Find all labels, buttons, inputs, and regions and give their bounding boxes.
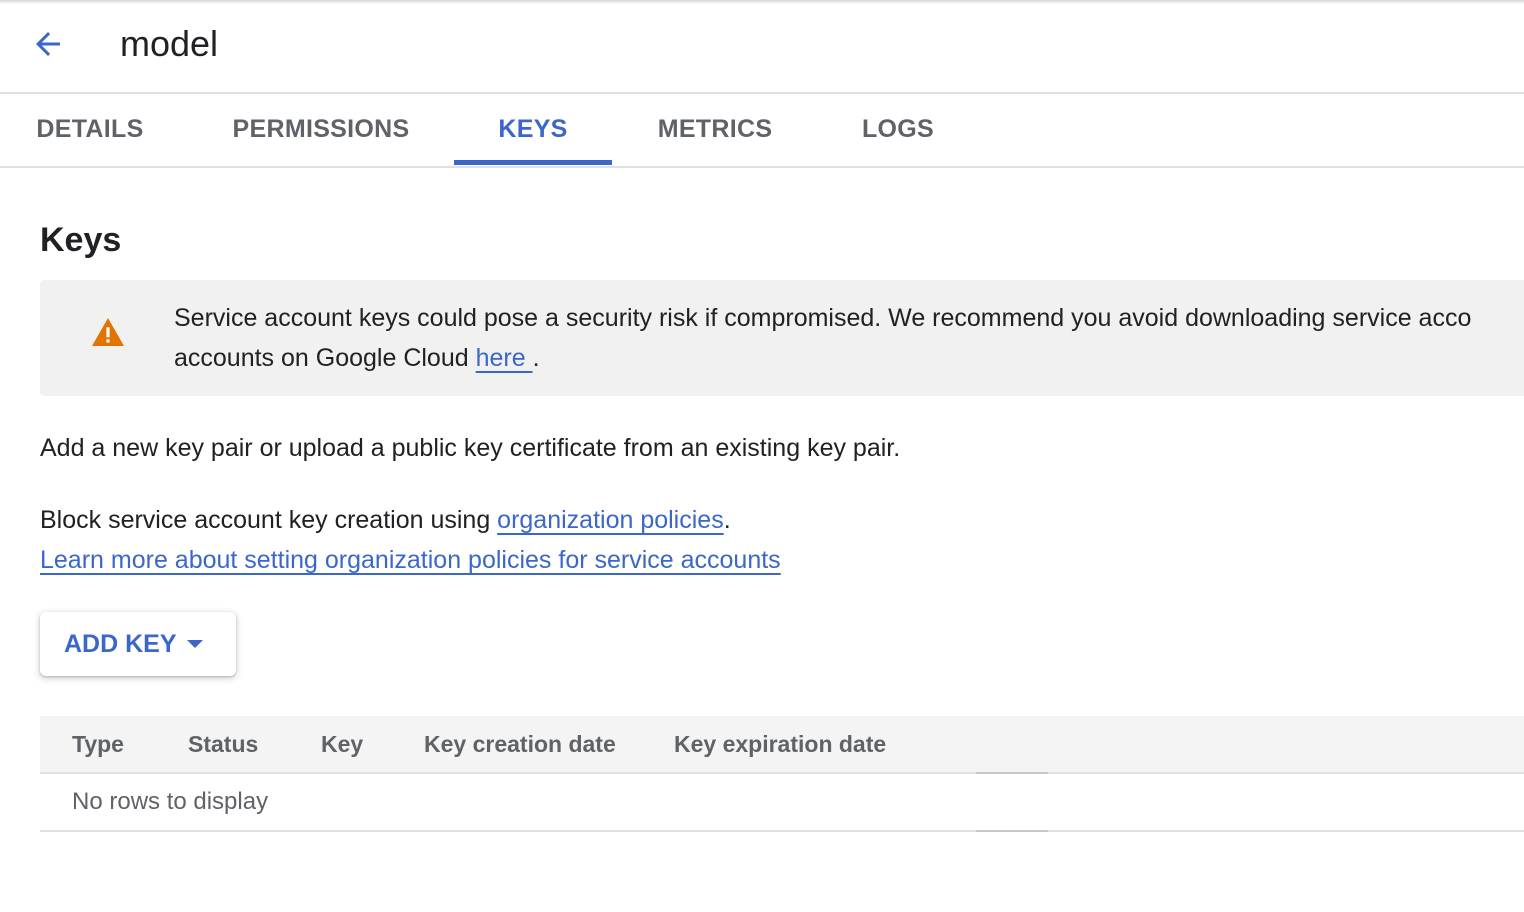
block-prefix: Block service account key creation using: [40, 506, 498, 534]
column-header-key[interactable]: Key: [321, 716, 363, 772]
tab-details[interactable]: DETAILS: [0, 94, 180, 164]
warning-icon: [92, 318, 124, 346]
block-key-creation-text: Block service account key creation using…: [40, 500, 731, 540]
section-title: Keys: [40, 221, 122, 259]
column-header-type[interactable]: Type: [72, 716, 124, 772]
active-tab-indicator: [454, 160, 612, 165]
add-key-button[interactable]: ADD KEY: [40, 612, 236, 676]
organization-policies-link[interactable]: organization policies: [497, 506, 724, 534]
column-header-status[interactable]: Status: [188, 716, 258, 772]
page-title: model: [120, 23, 219, 64]
warning-line-1: Service account keys could pose a securi…: [174, 304, 1472, 332]
tab-logs[interactable]: LOGS: [840, 94, 956, 164]
table-row: No rows to display: [40, 774, 1524, 832]
here-link[interactable]: here: [476, 344, 533, 372]
page-header: model: [0, 0, 1524, 94]
tab-bar: DETAILS PERMISSIONS KEYS METRICS LOGS: [0, 94, 1524, 168]
tab-metrics[interactable]: METRICS: [636, 94, 794, 164]
column-header-key-expiration-date[interactable]: Key expiration date: [674, 716, 886, 772]
back-button[interactable]: [24, 22, 72, 66]
warning-message: Service account keys could pose a securi…: [174, 298, 1524, 378]
keys-description: Add a new key pair or upload a public ke…: [40, 434, 901, 462]
tab-keys[interactable]: KEYS: [454, 94, 612, 164]
keys-table: Type Status Key Key creation date Key ex…: [40, 716, 1524, 832]
empty-table-message: No rows to display: [72, 788, 269, 815]
learn-more-link[interactable]: Learn more about setting organization po…: [40, 546, 781, 574]
tab-permissions[interactable]: PERMISSIONS: [212, 94, 430, 164]
security-warning-banner: Service account keys could pose a securi…: [40, 280, 1524, 396]
arrow-back-icon: [36, 32, 60, 56]
block-suffix: .: [723, 506, 731, 534]
table-header: Type Status Key Key creation date Key ex…: [40, 716, 1524, 774]
warning-line-2-suffix: .: [532, 344, 540, 372]
column-resize-handle-bottom: [976, 830, 1048, 832]
learn-more-line: Learn more about setting organization po…: [40, 540, 781, 580]
column-header-key-creation-date[interactable]: Key creation date: [424, 716, 616, 772]
warning-line-2-prefix: accounts on Google Cloud: [174, 344, 476, 372]
add-key-label: ADD KEY: [64, 630, 177, 658]
warning-line-2: accounts on Google Cloud here .: [174, 338, 1524, 378]
caret-down-icon: [187, 640, 203, 648]
